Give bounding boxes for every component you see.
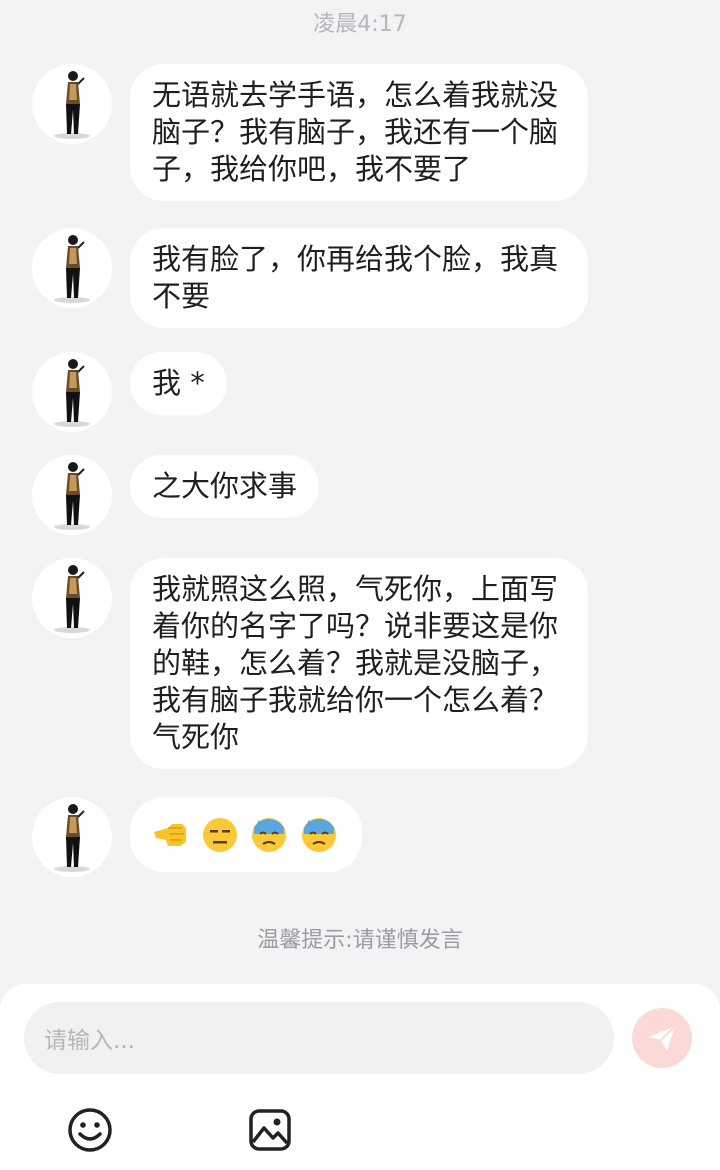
hand-point-left-icon [154, 824, 186, 846]
message-bubble [130, 797, 362, 872]
send-icon [649, 1025, 676, 1051]
sweat-downcast-face-icon [252, 818, 287, 852]
avatar[interactable] [32, 558, 112, 638]
message-timestamp: 凌晨4:17 [313, 12, 407, 37]
emoji-icon [68, 1108, 112, 1152]
avatar-figure-icon [54, 359, 90, 427]
avatar[interactable] [32, 352, 112, 432]
chat-screen: 凌晨4:17 无语就去学手语，怎么着我就没脑子？我有脑子，我还有一个脑子，我给你… [0, 0, 720, 1170]
avatar-figure-icon [54, 71, 90, 139]
image-button[interactable] [246, 1106, 294, 1154]
composer-bar: 请输入... [0, 984, 720, 1170]
input-placeholder: 请输入... [44, 1028, 135, 1054]
message-input[interactable]: 请输入... [24, 1002, 614, 1074]
message-bubble: 之大你求事 [130, 455, 320, 518]
message-bubble: 无语就去学手语，怎么着我就没脑子？我有脑子，我还有一个脑子，我给你吧，我不要了 [130, 64, 588, 201]
avatar-figure-icon [54, 804, 90, 872]
avatar[interactable] [32, 228, 112, 308]
avatar-figure-icon [54, 462, 90, 530]
safety-tip: 温馨提示:请谨慎发言 [257, 928, 463, 953]
message-bubble: 我有脸了，你再给我个脸，我真不要 [130, 228, 588, 328]
message-bubble: 我 * [130, 352, 227, 415]
emoji-button[interactable] [66, 1106, 114, 1154]
avatar-figure-icon [54, 235, 90, 303]
avatar[interactable] [32, 455, 112, 535]
message-bubble: 我就照这么照，气死你，上面写着你的名字了吗？说非要这是你的鞋，怎么着？我就是没脑… [130, 558, 588, 769]
sweat-downcast-face-icon [301, 818, 336, 852]
send-button[interactable] [632, 1008, 692, 1068]
avatar[interactable] [32, 64, 112, 144]
avatar-figure-icon [54, 565, 90, 633]
expressionless-face-icon [203, 818, 238, 852]
avatar[interactable] [32, 797, 112, 877]
image-icon [249, 1109, 291, 1151]
